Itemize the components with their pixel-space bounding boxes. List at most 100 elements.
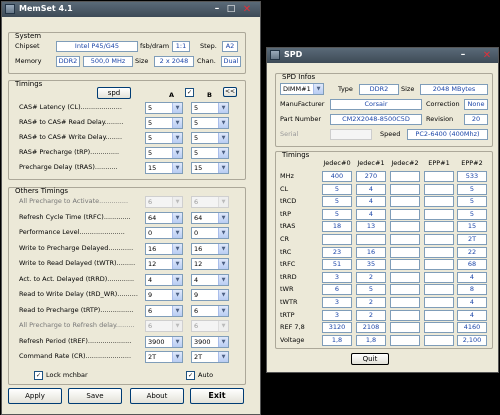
other-timing-b-select[interactable]: 12 ▼ (191, 258, 229, 270)
spd-titlebar[interactable]: SPD – ✕ (267, 48, 498, 63)
chevron-down-icon: ▼ (172, 163, 182, 173)
type-value: DDR2 (359, 84, 399, 95)
apply-button[interactable]: Apply (8, 388, 62, 404)
timing-b-select-value: 5 (194, 134, 199, 142)
chevron-down-icon: ▼ (172, 336, 182, 347)
spd-cell (390, 309, 420, 321)
timing-a-select[interactable]: 5 ▼ (145, 132, 183, 144)
spd-cell (390, 284, 420, 296)
other-timing-a-select[interactable]: 12 ▼ (145, 258, 183, 270)
spd-column-header: EPP#2 (461, 159, 483, 167)
spd-row-label: CL (280, 184, 289, 193)
other-timing-label: All Precharge to Activate.............. (19, 197, 129, 205)
memset-titlebar[interactable]: MemSet 4.1 – □ ✕ (2, 2, 260, 17)
chevron-down-icon: ▼ (172, 118, 182, 128)
other-timing-a-select[interactable]: 6 ▼ (145, 320, 183, 332)
other-timing-a-select[interactable]: 9 ▼ (145, 289, 183, 301)
maximize-icon[interactable]: □ (226, 4, 236, 15)
spd-cell: 4 (457, 297, 487, 308)
chevron-down-icon: ▼ (172, 228, 182, 238)
minimize-icon[interactable]: – (212, 4, 222, 15)
timing-b-select[interactable]: 15 ▼ (191, 162, 229, 174)
spd-cell (424, 309, 454, 321)
spd-cell (390, 196, 420, 208)
other-timing-a-select-value: 6 (148, 322, 153, 330)
chevron-down-icon: ▼ (172, 259, 182, 269)
chevron-down-icon: ▼ (218, 259, 228, 269)
system-group-label: System (15, 32, 42, 40)
timing-a-select[interactable]: 5 ▼ (145, 147, 183, 159)
memset-window: MemSet 4.1 – □ ✕ System Chipset Intel P4… (1, 1, 261, 415)
other-timing-b-select[interactable]: 2T ▼ (191, 351, 229, 363)
other-timing-label: Command Rate (CR)...................... (19, 352, 132, 360)
timing-a-select[interactable]: 15 ▼ (145, 162, 183, 174)
chevron-down-icon: ▼ (218, 228, 228, 238)
spd-cell (424, 259, 454, 271)
other-timing-b-select[interactable]: 3900 ▼ (191, 335, 229, 348)
other-timing-a-select[interactable]: 0 ▼ (145, 227, 183, 239)
exit-button[interactable]: Exit (190, 388, 244, 404)
other-timing-b-select[interactable]: 6 ▼ (191, 196, 229, 208)
chevron-down-icon: ▼ (218, 321, 228, 331)
timing-enable-checkbox[interactable]: ✓ (185, 88, 194, 97)
other-timing-b-select[interactable]: 9 ▼ (191, 289, 229, 301)
save-button[interactable]: Save (68, 388, 122, 404)
timing-a-select[interactable]: 5 ▼ (145, 102, 183, 114)
timing-b-select[interactable]: 5 ▼ (191, 147, 229, 159)
spd-cell (424, 221, 454, 233)
timing-b-select[interactable]: 5 ▼ (191, 117, 229, 129)
auto-label: Auto (198, 371, 214, 379)
spd-cell (390, 259, 420, 271)
col-a-header: A (169, 91, 175, 99)
timing-label: Precharge Delay (tRAS)........... (19, 163, 118, 171)
other-timing-b-select[interactable]: 16 ▼ (191, 242, 229, 255)
other-timing-a-select[interactable]: 6 ▼ (145, 196, 183, 208)
other-timing-b-select-value: 6 (194, 322, 199, 330)
spd-column-header: Jedec#1 (357, 159, 385, 167)
other-timing-b-select[interactable]: 6 ▼ (191, 304, 229, 317)
other-timing-b-select-value: 12 (194, 260, 203, 268)
timing-b-select[interactable]: 5 ▼ (191, 102, 229, 114)
timing-b-select[interactable]: 5 ▼ (191, 132, 229, 144)
other-timing-b-select[interactable]: 0 ▼ (191, 227, 229, 239)
copy-a-to-b-button[interactable]: << (223, 87, 237, 97)
other-timing-label: All Precharge to Refresh delay......... (19, 321, 135, 329)
others-group-label: Others Timings (15, 187, 69, 195)
timing-a-select[interactable]: 5 ▼ (145, 117, 183, 129)
chipset-label: Chipset (15, 42, 40, 50)
other-timing-a-select[interactable]: 4 ▼ (145, 273, 183, 286)
other-timing-a-select[interactable]: 64 ▼ (145, 211, 183, 224)
other-timing-label: Refresh Cycle Time (tRFC)............. (19, 212, 131, 221)
other-timing-a-select[interactable]: 3900 ▼ (145, 335, 183, 348)
other-timing-label: Performance Level...................... (19, 228, 125, 236)
other-timing-a-select-value: 2T (148, 353, 157, 361)
spd-minimize-icon[interactable]: – (458, 50, 468, 61)
quit-button[interactable]: Quit (351, 353, 389, 365)
other-timing-a-select[interactable]: 2T ▼ (145, 351, 183, 363)
timing-label: RAS# Precharge (tRP).............. (19, 148, 120, 156)
spd-cell (390, 208, 420, 220)
chevron-down-icon: ▼ (218, 148, 228, 158)
other-timing-a-select[interactable]: 6 ▼ (145, 304, 183, 317)
other-timing-b-select[interactable]: 4 ▼ (191, 273, 229, 286)
lock-mchbar-checkbox[interactable]: ✓ (34, 371, 43, 380)
timing-label: CAS# Latency (CL).................... (19, 103, 122, 111)
other-timing-b-select-value: 0 (194, 229, 199, 237)
dimm-select[interactable]: DIMM#1 ▼ (280, 83, 324, 95)
close-icon[interactable]: ✕ (242, 4, 252, 15)
spd-cell: 2108 (356, 322, 386, 334)
spd-cell (424, 208, 454, 220)
other-timing-b-select[interactable]: 6 ▼ (191, 320, 229, 332)
spd-cell (424, 246, 454, 258)
other-timing-b-select[interactable]: 64 ▼ (191, 211, 229, 224)
about-button[interactable]: About (130, 388, 184, 404)
spd-button[interactable]: spd (97, 87, 131, 99)
other-timing-a-select[interactable]: 16 ▼ (145, 242, 183, 255)
spd-cell (322, 234, 352, 245)
auto-checkbox[interactable]: ✓ (186, 371, 195, 380)
spd-cell: 3 (322, 297, 352, 308)
spd-close-icon[interactable]: ✕ (482, 50, 492, 61)
spd-cell (424, 271, 454, 283)
spd-cell: 2T (457, 234, 487, 245)
spd-cell: 3 (322, 309, 352, 321)
